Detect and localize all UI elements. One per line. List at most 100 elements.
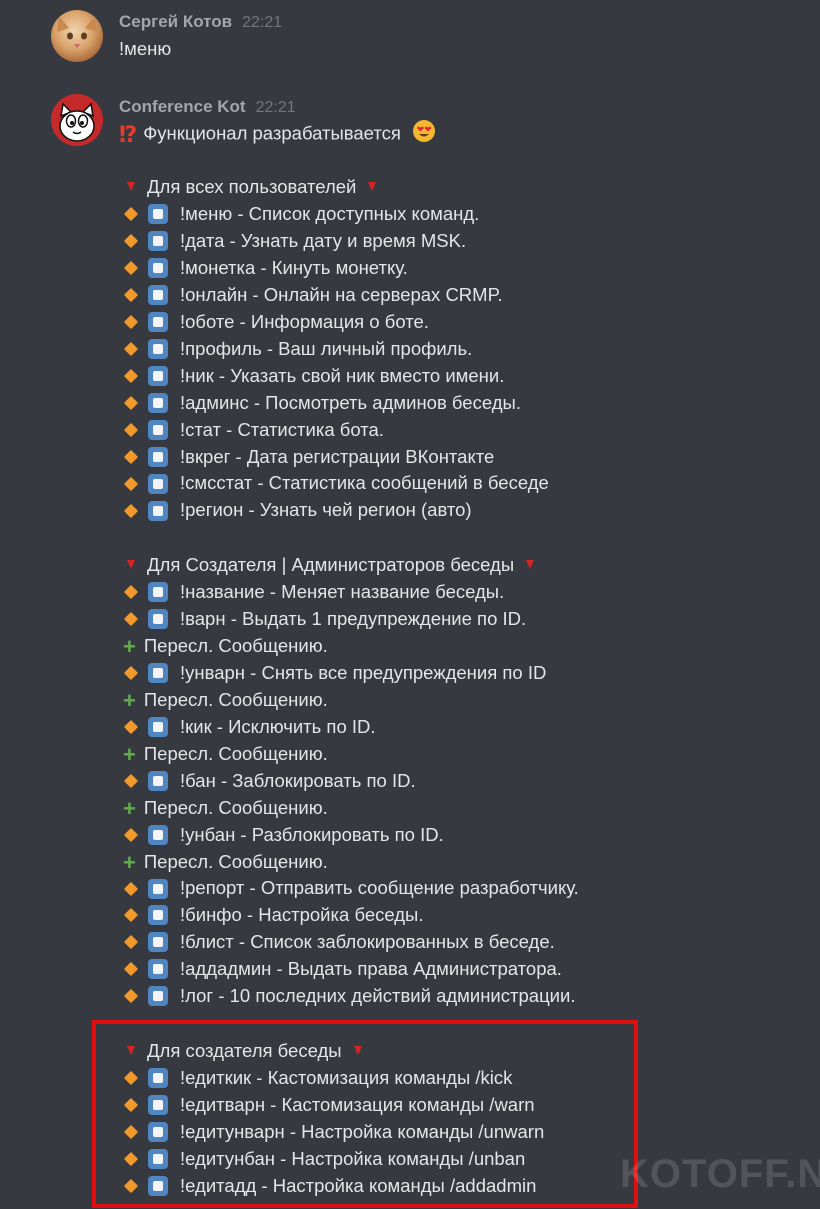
orange-diamond-icon xyxy=(123,206,139,222)
command-line: !бинфо - Настройка беседы. xyxy=(119,901,424,928)
command-line: !вкрег - Дата регистрации ВКонтакте xyxy=(119,443,494,470)
note-line: + Пересл. Сообщению. xyxy=(119,794,328,821)
command-text: !смсстат - Статистика сообщений в беседе xyxy=(180,472,549,494)
command-text: !унбан - Разблокировать по ID. xyxy=(180,823,444,845)
command-line: !варн - Выдать 1 предупреждение по ID. xyxy=(119,605,526,632)
author-name[interactable]: Сергей Котов xyxy=(119,12,232,31)
radio-button-icon xyxy=(148,986,168,1007)
orange-diamond-icon xyxy=(123,233,139,249)
section-header: Для Создателя | Администраторов беседы xyxy=(119,551,535,578)
orange-diamond-icon xyxy=(123,395,139,410)
cartoon-cat-icon xyxy=(59,102,95,142)
orange-diamond-icon xyxy=(123,368,139,383)
watermark: KOTOFF.NET xyxy=(620,1152,820,1196)
orange-diamond-icon xyxy=(123,287,139,302)
command-text: !блист - Список заблокированных в беседе… xyxy=(180,931,555,953)
message-text: !меню xyxy=(119,38,172,59)
orange-diamond-icon xyxy=(123,585,139,600)
orange-diamond-icon xyxy=(123,422,139,437)
radio-button-icon xyxy=(148,878,168,899)
section-title: Для всех пользователей xyxy=(147,176,357,197)
command-text: !вкрег - Дата регистрации ВКонтакте xyxy=(180,445,495,467)
bot-avatar[interactable] xyxy=(51,94,103,146)
radio-button-icon xyxy=(148,365,168,386)
note-text: Пересл. Сообщению. xyxy=(143,634,328,656)
command-line: !меню - Список доступных команд. xyxy=(119,200,479,227)
radio-button-icon xyxy=(148,824,168,845)
command-line: !админс - Посмотреть админов беседы. xyxy=(119,389,521,416)
radio-button-icon xyxy=(148,204,168,224)
radio-button-icon xyxy=(148,419,168,440)
orange-diamond-icon xyxy=(123,260,139,275)
radio-button-icon xyxy=(148,770,168,791)
command-line: !ник - Указать свой ник вместо имени. xyxy=(119,362,504,389)
radio-button-icon xyxy=(148,257,168,278)
command-line: !кик - Исключить по ID. xyxy=(119,713,376,740)
plus-icon: + xyxy=(123,634,136,659)
orange-diamond-icon xyxy=(123,503,139,518)
command-text: !бинфо - Настройка беседы. xyxy=(180,904,424,926)
note-text: Пересл. Сообщению. xyxy=(143,688,328,710)
command-line: !название - Меняет название беседы. xyxy=(119,578,504,605)
orange-diamond-icon xyxy=(123,611,139,627)
radio-button-icon xyxy=(148,338,168,359)
command-line: !дата - Узнать дату и время MSK. xyxy=(119,227,466,254)
message-author[interactable]: Сергей Котов 22:21 xyxy=(119,12,282,32)
command-text: !унварн - Снять все предупреждения по ID xyxy=(180,661,547,683)
user-avatar[interactable] xyxy=(51,10,103,62)
command-text: !меню - Список доступных команд. xyxy=(180,202,480,224)
command-text: !кик - Исключить по ID. xyxy=(180,715,376,737)
orange-diamond-icon xyxy=(123,935,139,950)
radio-button-icon xyxy=(148,473,168,494)
radio-button-icon xyxy=(148,905,168,926)
radio-button-icon xyxy=(148,284,168,305)
command-line: !профиль - Ваш личный профиль. xyxy=(119,335,472,362)
note-text: Пересл. Сообщению. xyxy=(143,850,328,872)
intro-text: Функционал разрабатывается xyxy=(143,122,401,144)
message-author[interactable]: Conference Kot 22:21 xyxy=(119,97,296,117)
message-time: 22:21 xyxy=(242,14,283,31)
command-text: !стат - Статистика бота. xyxy=(180,418,384,440)
command-text: !ник - Указать свой ник вместо имени. xyxy=(180,364,505,386)
note-line: + Пересл. Сообщению. xyxy=(119,686,328,713)
orange-diamond-icon xyxy=(123,449,139,464)
author-name[interactable]: Conference Kot xyxy=(119,97,246,116)
command-text: !дата - Узнать дату и время MSK. xyxy=(180,229,467,251)
orange-diamond-icon xyxy=(123,665,139,680)
note-line: + Пересл. Сообщению. xyxy=(119,632,328,659)
command-line: !унбан - Разблокировать по ID. xyxy=(119,821,444,848)
red-triangle-icon xyxy=(526,560,535,570)
section-header: Для всех пользователей xyxy=(119,173,377,200)
command-line: !лог - 10 последних действий администрац… xyxy=(119,982,575,1009)
orange-diamond-icon xyxy=(123,719,139,734)
radio-button-icon xyxy=(148,582,168,603)
orange-diamond-icon xyxy=(123,908,139,923)
radio-button-icon xyxy=(148,446,168,467)
radio-button-icon xyxy=(148,311,168,332)
command-text: !варн - Выдать 1 предупреждение по ID. xyxy=(180,607,527,629)
red-triangle-icon xyxy=(368,182,377,192)
orange-diamond-icon xyxy=(123,476,139,491)
orange-diamond-icon xyxy=(123,962,139,977)
command-text: !монетка - Кинуть монетку. xyxy=(180,256,408,278)
orange-diamond-icon xyxy=(123,881,139,896)
command-line: !смсстат - Статистика сообщений в беседе xyxy=(119,469,549,496)
command-text: !админс - Посмотреть админов беседы. xyxy=(180,391,521,413)
orange-diamond-icon xyxy=(123,827,139,842)
intro-line: ⁉ Функционал разрабатывается xyxy=(119,119,436,147)
command-line: !бан - Заблокировать по ID. xyxy=(119,767,416,794)
command-line: !регион - Узнать чей регион (авто) xyxy=(119,496,472,523)
command-text: !лог - 10 последних действий администрац… xyxy=(180,985,576,1007)
note-line: + Пересл. Сообщению. xyxy=(119,848,328,875)
red-triangle-icon xyxy=(127,560,135,570)
note-text: Пересл. Сообщению. xyxy=(143,796,328,818)
command-line: !онлайн - Онлайн на серверах CRMP. xyxy=(119,281,503,308)
note-text: Пересл. Сообщению. xyxy=(143,742,328,764)
command-line: !оботе - Информация о боте. xyxy=(119,308,429,335)
cat-photo-icon xyxy=(57,16,97,48)
plus-icon: + xyxy=(123,741,136,767)
plus-icon: + xyxy=(123,849,136,875)
command-text: !онлайн - Онлайн на серверах CRMP. xyxy=(180,283,503,305)
radio-button-icon xyxy=(148,392,168,413)
command-line: !аддадмин - Выдать права Администратора. xyxy=(119,955,562,982)
